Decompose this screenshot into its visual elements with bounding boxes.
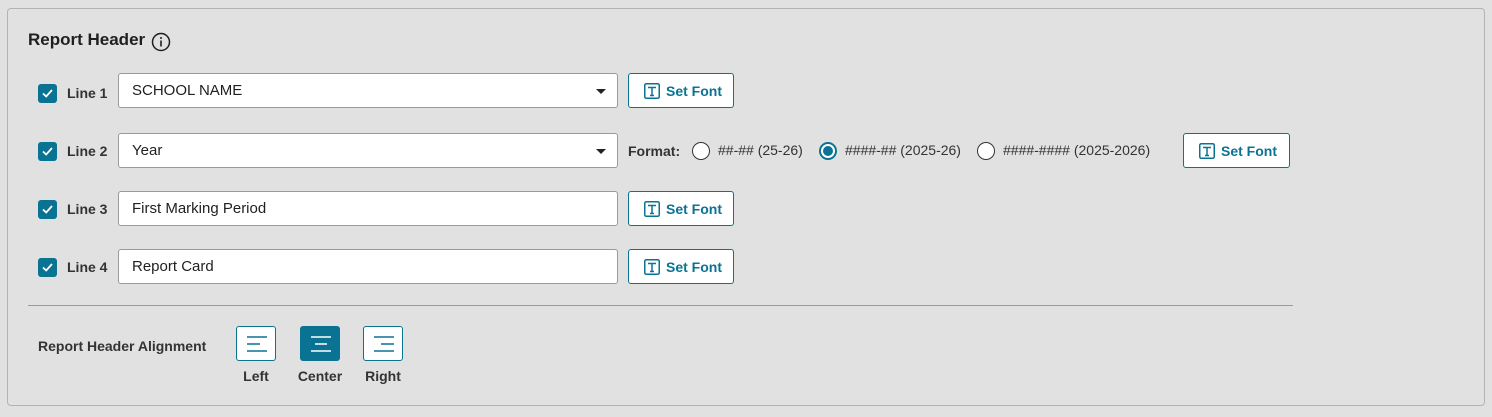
- align-right-label: Right: [365, 368, 401, 384]
- line-3-checkbox[interactable]: [38, 200, 57, 219]
- alignment-label: Report Header Alignment: [38, 338, 207, 354]
- text-font-icon: [644, 83, 660, 99]
- line-3-label: Line 3: [67, 201, 108, 217]
- align-left-icon: [247, 336, 267, 352]
- align-left-label: Left: [243, 368, 269, 384]
- text-font-icon: [644, 201, 660, 217]
- check-icon: [42, 147, 53, 156]
- text-font-icon: [1199, 143, 1215, 159]
- set-font-label: Set Font: [666, 83, 722, 99]
- align-left-button[interactable]: [236, 326, 276, 361]
- line-1-label: Line 1: [67, 85, 108, 101]
- format-option-medium-label: ####-## (2025-26): [845, 142, 961, 158]
- check-icon: [42, 205, 53, 214]
- line-1-dropdown[interactable]: SCHOOL NAME: [118, 73, 618, 108]
- line-2-label: Line 2: [67, 143, 108, 159]
- set-font-label: Set Font: [666, 259, 722, 275]
- set-font-label: Set Font: [1221, 143, 1277, 159]
- line-1-set-font-button[interactable]: Set Font: [628, 73, 734, 108]
- line-2-dropdown[interactable]: Year: [118, 133, 618, 168]
- line-4-set-font-button[interactable]: Set Font: [628, 249, 734, 284]
- format-label: Format:: [628, 143, 681, 159]
- line-3-value: First Marking Period: [132, 200, 267, 217]
- line-3-set-font-button[interactable]: Set Font: [628, 191, 734, 226]
- line-4-label: Line 4: [67, 259, 108, 275]
- divider: [28, 305, 1293, 306]
- line-1-checkbox[interactable]: [38, 84, 57, 103]
- line-4-text-input[interactable]: Report Card: [118, 249, 618, 284]
- line-4-value: Report Card: [132, 258, 214, 275]
- align-center-label: Center: [297, 368, 343, 384]
- text-font-icon: [644, 259, 660, 275]
- section-title: Report Header: [28, 30, 146, 49]
- check-icon: [42, 89, 53, 98]
- info-icon[interactable]: [151, 32, 171, 52]
- format-radio-medium[interactable]: [819, 142, 837, 160]
- line-2-checkbox[interactable]: [38, 142, 57, 161]
- chevron-down-icon: [596, 149, 606, 154]
- chevron-down-icon: [596, 89, 606, 94]
- format-radio-long[interactable]: [977, 142, 995, 160]
- line-4-checkbox[interactable]: [38, 258, 57, 277]
- line-1-value: SCHOOL NAME: [132, 82, 243, 99]
- align-center-icon: [311, 336, 331, 352]
- check-icon: [42, 263, 53, 272]
- format-option-long-label: ####-#### (2025-2026): [1003, 142, 1151, 158]
- line-3-text-input[interactable]: First Marking Period: [118, 191, 618, 226]
- align-right-button[interactable]: [363, 326, 403, 361]
- format-option-short-label: ##-## (25-26): [718, 142, 803, 158]
- format-radio-short[interactable]: [692, 142, 710, 160]
- align-center-button[interactable]: [300, 326, 340, 361]
- align-right-icon: [374, 336, 394, 352]
- line-2-set-font-button[interactable]: Set Font: [1183, 133, 1290, 168]
- line-2-value: Year: [132, 142, 163, 159]
- set-font-label: Set Font: [666, 201, 722, 217]
